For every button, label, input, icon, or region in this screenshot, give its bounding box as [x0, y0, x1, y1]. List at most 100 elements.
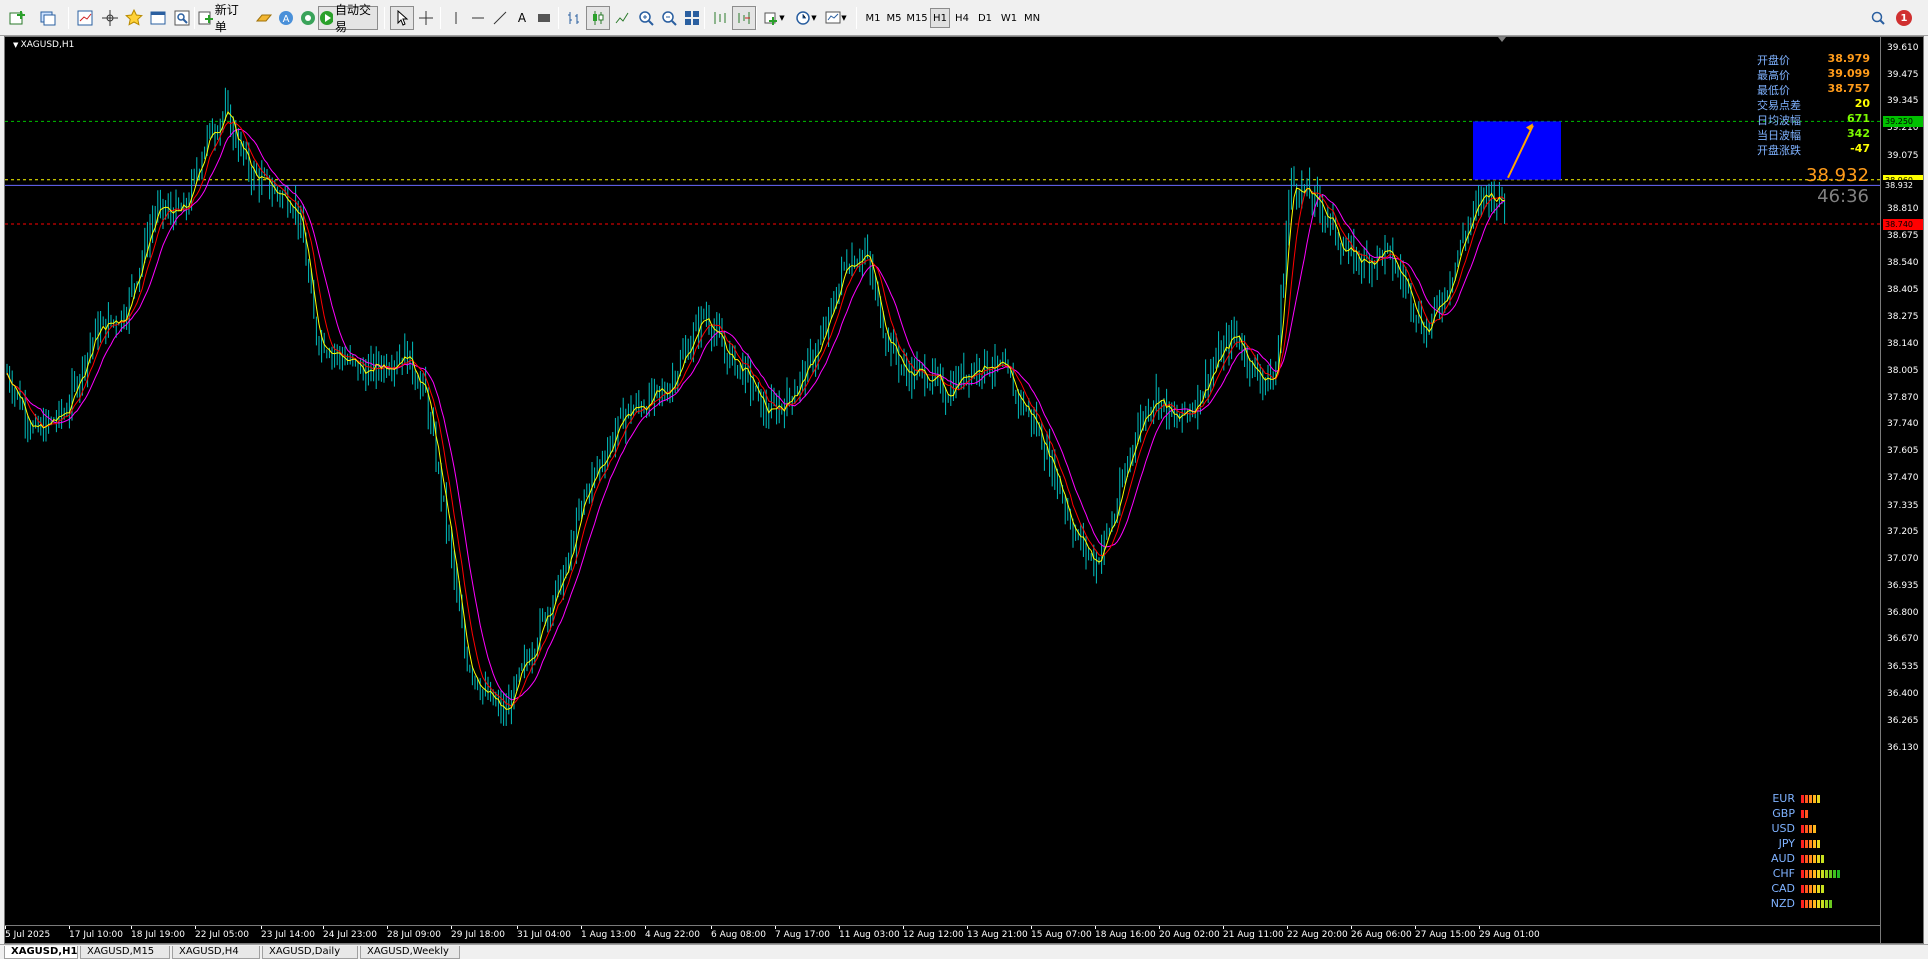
strength-bar [1801, 855, 1804, 863]
chart-tab[interactable]: XAGUSD,H4 [172, 946, 260, 959]
navigator-icon[interactable] [146, 6, 170, 30]
templates-button[interactable]: ▼ [822, 6, 850, 30]
autoscroll-icon[interactable] [732, 6, 756, 30]
zoom-out-icon[interactable] [657, 6, 681, 30]
vertical-line-icon[interactable] [444, 6, 468, 30]
new-order-button[interactable]: 新订单 [198, 3, 248, 34]
tf-m5[interactable]: M5 [885, 8, 903, 28]
trendline-icon[interactable] [488, 6, 512, 30]
time-tick [1351, 926, 1352, 929]
tf-m15[interactable]: M15 [906, 8, 928, 28]
zoom-in-icon[interactable] [634, 6, 658, 30]
market-watch-icon[interactable] [73, 6, 97, 30]
strength-bar [1825, 900, 1828, 908]
notifications-icon[interactable]: 1 [1892, 6, 1916, 30]
new-order-icon [198, 11, 213, 25]
new-chart-icon[interactable] [6, 6, 30, 30]
currency-code: USD [1771, 822, 1795, 835]
time-label: 29 Aug 01:00 [1479, 930, 1540, 940]
candles [6, 87, 1506, 726]
time-tick [1287, 926, 1288, 929]
time-label: 18 Jul 19:00 [131, 930, 185, 940]
cursor-icon[interactable] [390, 6, 414, 30]
tile-windows-icon[interactable] [680, 6, 704, 30]
current-price-display: 38.932 [1806, 165, 1869, 186]
tf-h4[interactable]: H4 [952, 8, 972, 28]
candle-timer: 46:36 [1817, 186, 1869, 207]
chart-tab[interactable]: XAGUSD,H1 [4, 946, 78, 959]
strength-bar [1809, 795, 1812, 803]
strength-bar [1817, 870, 1820, 878]
price-scale-label: 38.005 [1887, 365, 1919, 376]
chart-tab[interactable]: XAGUSD,M15 [80, 946, 170, 959]
collapse-triangle-icon[interactable]: ▼ [13, 41, 21, 49]
tf-mn[interactable]: MN [1021, 8, 1043, 28]
time-axis[interactable]: 5 Jul 2025 17 Jul 10:00 18 Jul 19:00 22 Jul… [5, 925, 1880, 945]
strength-bar [1821, 900, 1824, 908]
time-tick [711, 926, 712, 929]
templates-icon [825, 11, 841, 24]
time-label: 23 Jul 14:00 [261, 930, 315, 940]
strength-bar [1813, 840, 1816, 848]
time-label: 31 Jul 04:00 [517, 930, 571, 940]
search-icon[interactable] [1866, 6, 1890, 30]
text-tool-icon[interactable]: A [510, 6, 534, 30]
tf-m1[interactable]: M1 [864, 8, 882, 28]
time-tick [1159, 926, 1160, 929]
price-scale-label: 38.405 [1887, 285, 1919, 296]
info-row: 最高价 39.099 [1730, 67, 1870, 82]
tf-w1[interactable]: W1 [998, 8, 1020, 28]
crosshair-icon[interactable] [414, 6, 438, 30]
time-label: 5 Jul 2025 [5, 930, 51, 940]
strength-bar [1813, 885, 1816, 893]
currency-code: EUR [1772, 792, 1795, 805]
strength-bar [1817, 795, 1820, 803]
time-tick [839, 926, 840, 929]
strength-bar [1821, 870, 1824, 878]
currency-code: JPY [1778, 837, 1795, 850]
time-label: 11 Aug 03:00 [839, 930, 900, 940]
community-icon[interactable]: A [274, 6, 298, 30]
signals-icon[interactable] [296, 6, 320, 30]
gold-bars-icon[interactable] [252, 6, 276, 30]
price-chart[interactable] [5, 37, 1925, 945]
tf-h1[interactable]: H1 [930, 8, 950, 28]
profiles-icon[interactable] [36, 6, 60, 30]
price-scale-label: 36.265 [1887, 715, 1919, 726]
strength-bar [1805, 840, 1808, 848]
strength-bar [1817, 900, 1820, 908]
chart-shift-marker [1498, 37, 1506, 42]
currency-code: AUD [1770, 852, 1795, 865]
strength-bar [1805, 825, 1808, 833]
candlestick-icon[interactable] [586, 6, 610, 30]
tf-d1[interactable]: D1 [975, 8, 995, 28]
time-label: 18 Aug 16:00 [1095, 930, 1156, 940]
chart-tab[interactable]: XAGUSD,Weekly [360, 946, 460, 959]
crosshair-move-icon[interactable] [98, 6, 122, 30]
strength-row: AUD [1765, 852, 1875, 866]
price-scale[interactable] [1880, 37, 1925, 945]
chart-shift-icon[interactable] [708, 6, 732, 30]
indicators-button[interactable]: ▼ [760, 6, 788, 30]
strength-bar [1829, 870, 1832, 878]
chart-window[interactable]: ▼ XAGUSD,H1 39.610 39.475 39.345 39.210 39.0… [4, 36, 1925, 945]
strategy-tester-icon[interactable] [170, 6, 194, 30]
bar-chart-icon[interactable] [562, 6, 586, 30]
new-order-label: 新订单 [214, 3, 239, 34]
strength-row: USD [1765, 822, 1875, 836]
price-scale-label: 39.610 [1887, 43, 1919, 53]
line-chart-icon[interactable] [610, 6, 634, 30]
time-tick [387, 926, 388, 929]
periods-button[interactable]: ▼ [792, 6, 820, 30]
strength-bar [1813, 855, 1816, 863]
info-row: 开盘价 38.979 [1730, 52, 1870, 67]
chart-tab[interactable]: XAGUSD,Daily [262, 946, 358, 959]
favorites-star-icon[interactable] [122, 6, 146, 30]
time-label: 13 Aug 21:00 [967, 930, 1028, 940]
strength-bar [1801, 870, 1804, 878]
horizontal-line-icon[interactable] [466, 6, 490, 30]
strength-row: EUR [1765, 792, 1875, 806]
time-label: 24 Jul 23:00 [323, 930, 377, 940]
text-label-icon[interactable] [532, 6, 556, 30]
auto-trading-button[interactable]: 自动交易 [318, 3, 378, 34]
